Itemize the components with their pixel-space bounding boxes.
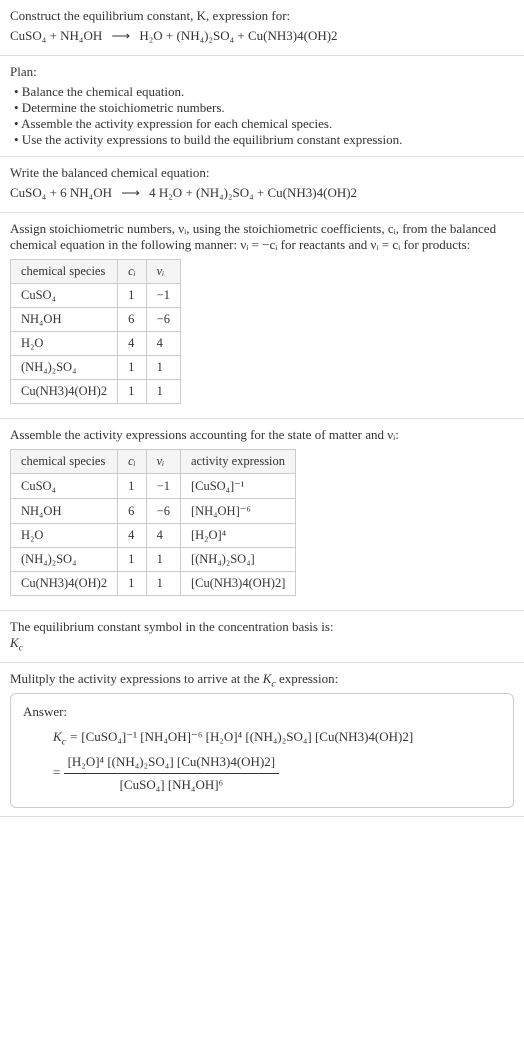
intro-eq-lhs: CuSO₄ + NH₄OH xyxy=(10,28,102,43)
col-species: chemical species xyxy=(11,260,118,284)
answer-line2: = [H₂O]⁴ [(NH₄)₂SO₄] [Cu(NH3)4(OH)2] [Cu… xyxy=(53,751,501,796)
cell-nui: 4 xyxy=(146,524,180,548)
activity-text: Assemble the activity expressions accoun… xyxy=(10,427,514,443)
cell-nui: −6 xyxy=(146,499,180,524)
cell-activity: [H₂O]⁴ xyxy=(180,524,295,548)
cell-nui: −1 xyxy=(146,474,180,499)
cell-ci: 1 xyxy=(118,380,147,404)
plan-bullet-3: • Assemble the activity expression for e… xyxy=(14,116,514,132)
plan-bullet-1: • Balance the chemical equation. xyxy=(14,84,514,100)
table-row: (NH₄)₂SO₄ 1 1 [(NH₄)₂SO₄] xyxy=(11,548,296,572)
answer-line1-rhs: [CuSO₄]⁻¹ [NH₄OH]⁻⁶ [H₂O]⁴ [(NH₄)₂SO₄] [… xyxy=(81,729,413,744)
cell-nui: −1 xyxy=(146,284,180,308)
plan-heading: Plan: xyxy=(10,64,514,80)
table-row: NH₄OH 6 −6 [NH₄OH]⁻⁶ xyxy=(11,499,296,524)
table-row: Cu(NH3)4(OH)2 1 1 [Cu(NH3)4(OH)2] xyxy=(11,572,296,596)
balanced-rhs: 4 H₂O + (NH₄)₂SO₄ + Cu(NH3)4(OH)2 xyxy=(149,185,357,200)
col-ci: cᵢ xyxy=(118,260,147,284)
answer-box: Answer: Kc = [CuSO₄]⁻¹ [NH₄OH]⁻⁶ [H₂O]⁴ … xyxy=(10,693,514,807)
multiply-section: Mulitply the activity expressions to arr… xyxy=(0,663,524,817)
cell-species: NH₄OH xyxy=(11,499,118,524)
cell-species: (NH₄)₂SO₄ xyxy=(11,356,118,380)
cell-activity: [Cu(NH3)4(OH)2] xyxy=(180,572,295,596)
symbol-text: The equilibrium constant symbol in the c… xyxy=(10,619,514,635)
table-row: H₂O 4 4 [H₂O]⁴ xyxy=(11,524,296,548)
kc-symbol: Kc xyxy=(10,635,514,654)
stoich-table: chemical species cᵢ νᵢ CuSO₄ 1 −1 NH₄OH … xyxy=(10,259,181,404)
plan-bullet-2: • Determine the stoichiometric numbers. xyxy=(14,100,514,116)
arrow-icon: ⟶ xyxy=(121,185,140,201)
table-row: CuSO₄ 1 −1 xyxy=(11,284,181,308)
stoich-section: Assign stoichiometric numbers, νᵢ, using… xyxy=(0,213,524,419)
balanced-equation: CuSO₄ + 6 NH₄OH ⟶ 4 H₂O + (NH₄)₂SO₄ + Cu… xyxy=(10,185,514,201)
table-row: H₂O 4 4 xyxy=(11,332,181,356)
cell-ci: 1 xyxy=(118,572,147,596)
cell-nui: 4 xyxy=(146,332,180,356)
cell-nui: 1 xyxy=(146,380,180,404)
cell-species: Cu(NH3)4(OH)2 xyxy=(11,572,118,596)
col-nui: νᵢ xyxy=(146,260,180,284)
multiply-text: Mulitply the activity expressions to arr… xyxy=(10,671,514,690)
cell-nui: 1 xyxy=(146,572,180,596)
intro-heading: Construct the equilibrium constant, K, e… xyxy=(10,8,514,24)
table-row: (NH₄)₂SO₄ 1 1 xyxy=(11,356,181,380)
cell-ci: 1 xyxy=(118,284,147,308)
fraction-numerator: [H₂O]⁴ [(NH₄)₂SO₄] [Cu(NH3)4(OH)2] xyxy=(64,751,280,774)
cell-ci: 1 xyxy=(118,474,147,499)
cell-species: Cu(NH3)4(OH)2 xyxy=(11,380,118,404)
plan-bullet-4: • Use the activity expressions to build … xyxy=(14,132,514,148)
cell-ci: 4 xyxy=(118,332,147,356)
symbol-section: The equilibrium constant symbol in the c… xyxy=(0,611,524,663)
cell-ci: 6 xyxy=(118,499,147,524)
fraction-denominator: [CuSO₄] [NH₄OH]⁶ xyxy=(64,774,280,796)
kc-eq: Kc = xyxy=(53,729,81,744)
table-header-row: chemical species cᵢ νᵢ activity expressi… xyxy=(11,450,296,474)
activity-section: Assemble the activity expressions accoun… xyxy=(0,419,524,611)
intro-eq-rhs: H₂O + (NH₄)₂SO₄ + Cu(NH3)4(OH)2 xyxy=(139,28,337,43)
balanced-heading: Write the balanced chemical equation: xyxy=(10,165,514,181)
cell-species: CuSO₄ xyxy=(11,474,118,499)
col-ci: cᵢ xyxy=(118,450,147,474)
intro-equation: CuSO₄ + NH₄OH ⟶ H₂O + (NH₄)₂SO₄ + Cu(NH3… xyxy=(10,28,514,44)
answer-equation: Kc = [CuSO₄]⁻¹ [NH₄OH]⁻⁶ [H₂O]⁴ [(NH₄)₂S… xyxy=(53,726,501,796)
cell-ci: 4 xyxy=(118,524,147,548)
cell-ci: 1 xyxy=(118,548,147,572)
table-row: NH₄OH 6 −6 xyxy=(11,308,181,332)
cell-nui: 1 xyxy=(146,356,180,380)
table-row: CuSO₄ 1 −1 [CuSO₄]⁻¹ xyxy=(11,474,296,499)
cell-species: CuSO₄ xyxy=(11,284,118,308)
activity-table: chemical species cᵢ νᵢ activity expressi… xyxy=(10,449,296,596)
answer-label: Answer: xyxy=(23,704,501,720)
stoich-text: Assign stoichiometric numbers, νᵢ, using… xyxy=(10,221,514,253)
table-header-row: chemical species cᵢ νᵢ xyxy=(11,260,181,284)
cell-nui: −6 xyxy=(146,308,180,332)
balanced-lhs: CuSO₄ + 6 NH₄OH xyxy=(10,185,112,200)
cell-ci: 6 xyxy=(118,308,147,332)
cell-nui: 1 xyxy=(146,548,180,572)
cell-ci: 1 xyxy=(118,356,147,380)
cell-species: NH₄OH xyxy=(11,308,118,332)
cell-species: (NH₄)₂SO₄ xyxy=(11,548,118,572)
col-activity: activity expression xyxy=(180,450,295,474)
cell-species: H₂O xyxy=(11,524,118,548)
table-row: Cu(NH3)4(OH)2 1 1 xyxy=(11,380,181,404)
col-nui: νᵢ xyxy=(146,450,180,474)
fraction: [H₂O]⁴ [(NH₄)₂SO₄] [Cu(NH3)4(OH)2] [CuSO… xyxy=(64,751,280,796)
cell-activity: [NH₄OH]⁻⁶ xyxy=(180,499,295,524)
cell-activity: [CuSO₄]⁻¹ xyxy=(180,474,295,499)
plan-section: Plan: • Balance the chemical equation. •… xyxy=(0,56,524,157)
intro-section: Construct the equilibrium constant, K, e… xyxy=(0,0,524,56)
cell-activity: [(NH₄)₂SO₄] xyxy=(180,548,295,572)
cell-species: H₂O xyxy=(11,332,118,356)
arrow-icon: ⟶ xyxy=(112,28,131,44)
balanced-section: Write the balanced chemical equation: Cu… xyxy=(0,157,524,213)
equals-sign: = xyxy=(53,765,60,780)
col-species: chemical species xyxy=(11,450,118,474)
answer-line1: Kc = [CuSO₄]⁻¹ [NH₄OH]⁻⁶ [H₂O]⁴ [(NH₄)₂S… xyxy=(53,726,501,751)
intro-text: Construct the equilibrium constant, K, e… xyxy=(10,8,290,23)
